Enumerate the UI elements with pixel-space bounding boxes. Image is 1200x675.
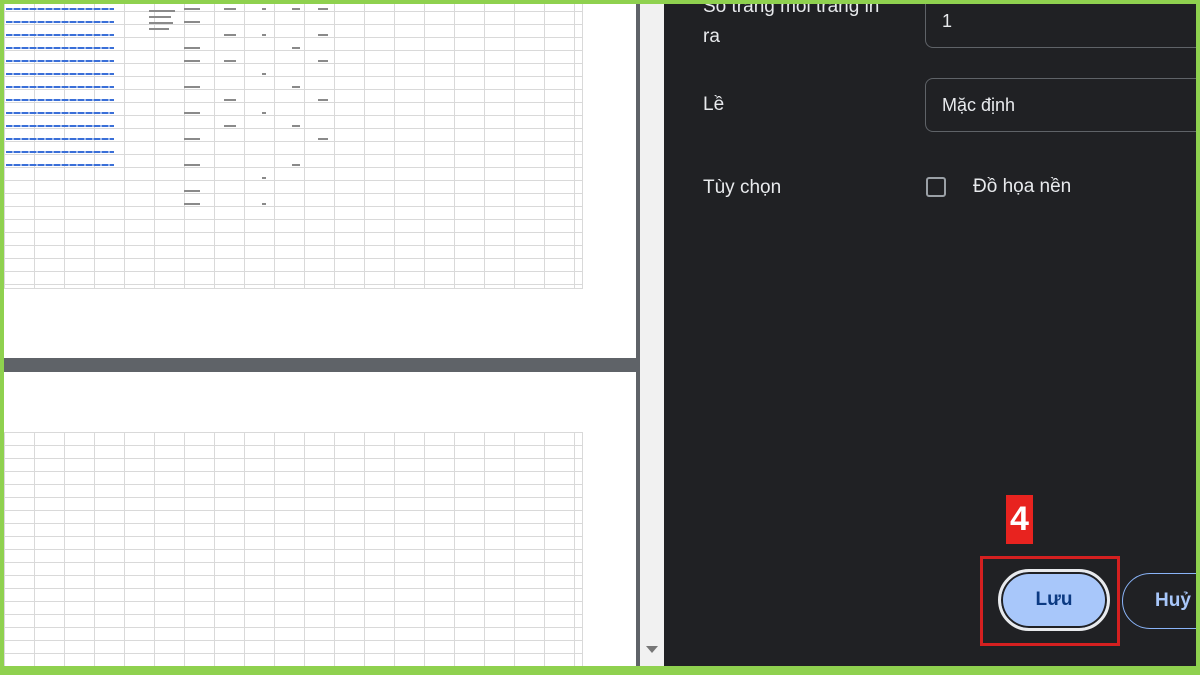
preview-page-1	[4, 4, 636, 358]
cell-text	[184, 60, 200, 62]
pages-per-sheet-label: Số trang mỗi trang in ra	[703, 4, 880, 47]
spreadsheet-grid	[4, 432, 583, 666]
cell-text	[184, 138, 200, 140]
cell-text	[224, 8, 236, 10]
cell-text	[149, 16, 171, 18]
margins-label: Lề	[703, 94, 725, 115]
link-cell	[6, 138, 114, 140]
cell-text	[292, 125, 300, 127]
cell-text	[184, 47, 200, 49]
link-cell	[6, 86, 114, 88]
cell-text	[184, 203, 200, 205]
background-graphics-checkbox[interactable]	[926, 177, 946, 197]
margins-value: Mặc định	[942, 95, 1016, 115]
link-cell	[6, 151, 114, 153]
background-graphics-label[interactable]: Đồ họa nền	[973, 176, 1071, 198]
link-cell	[6, 73, 114, 75]
cell-text	[292, 86, 300, 88]
cell-text	[292, 47, 300, 49]
cell-text	[318, 60, 328, 62]
preview-page-2	[4, 372, 636, 666]
cell-text	[262, 8, 266, 10]
scroll-down-arrow-icon[interactable]	[646, 646, 658, 653]
link-cell	[6, 60, 114, 62]
options-label: Tùy chọn	[703, 177, 782, 198]
cell-text	[184, 86, 200, 88]
link-cell	[6, 164, 114, 166]
print-dialog: Số trang mỗi trang in ra 1 Lề Mặc định T…	[4, 4, 1196, 666]
cell-text	[318, 34, 328, 36]
cell-text	[262, 112, 266, 114]
cell-text	[224, 34, 236, 36]
cancel-button[interactable]: Huỷ	[1122, 573, 1196, 629]
cell-text	[224, 60, 236, 62]
link-cell	[6, 99, 114, 101]
margins-select[interactable]: Mặc định	[925, 78, 1196, 132]
cell-text	[318, 138, 328, 140]
cell-text	[262, 177, 266, 179]
link-cell	[6, 8, 114, 10]
cell-text	[262, 203, 266, 205]
cell-text	[184, 8, 200, 10]
cell-text	[184, 112, 200, 114]
link-cell	[6, 125, 114, 127]
cell-text	[184, 21, 200, 23]
save-button[interactable]: Lưu	[998, 569, 1110, 631]
cell-text	[184, 164, 200, 166]
cell-text	[149, 10, 175, 12]
preview-scrollbar[interactable]	[640, 4, 664, 666]
cell-text	[262, 34, 266, 36]
cell-text	[292, 164, 300, 166]
cell-text	[184, 190, 200, 192]
cell-text	[318, 99, 328, 101]
cell-text	[149, 22, 173, 24]
link-cell	[6, 112, 114, 114]
link-cell	[6, 47, 114, 49]
link-cell	[6, 21, 114, 23]
cell-text	[149, 28, 169, 30]
print-preview	[4, 4, 664, 666]
link-cell	[6, 34, 114, 36]
pages-per-sheet-select[interactable]: 1	[925, 4, 1196, 48]
cell-text	[318, 8, 328, 10]
step-marker: 4	[1006, 495, 1033, 544]
cell-text	[224, 125, 236, 127]
settings-panel: Số trang mỗi trang in ra 1 Lề Mặc định T…	[664, 4, 1196, 666]
cell-text	[292, 8, 300, 10]
cell-text	[262, 73, 266, 75]
cell-text	[224, 99, 236, 101]
